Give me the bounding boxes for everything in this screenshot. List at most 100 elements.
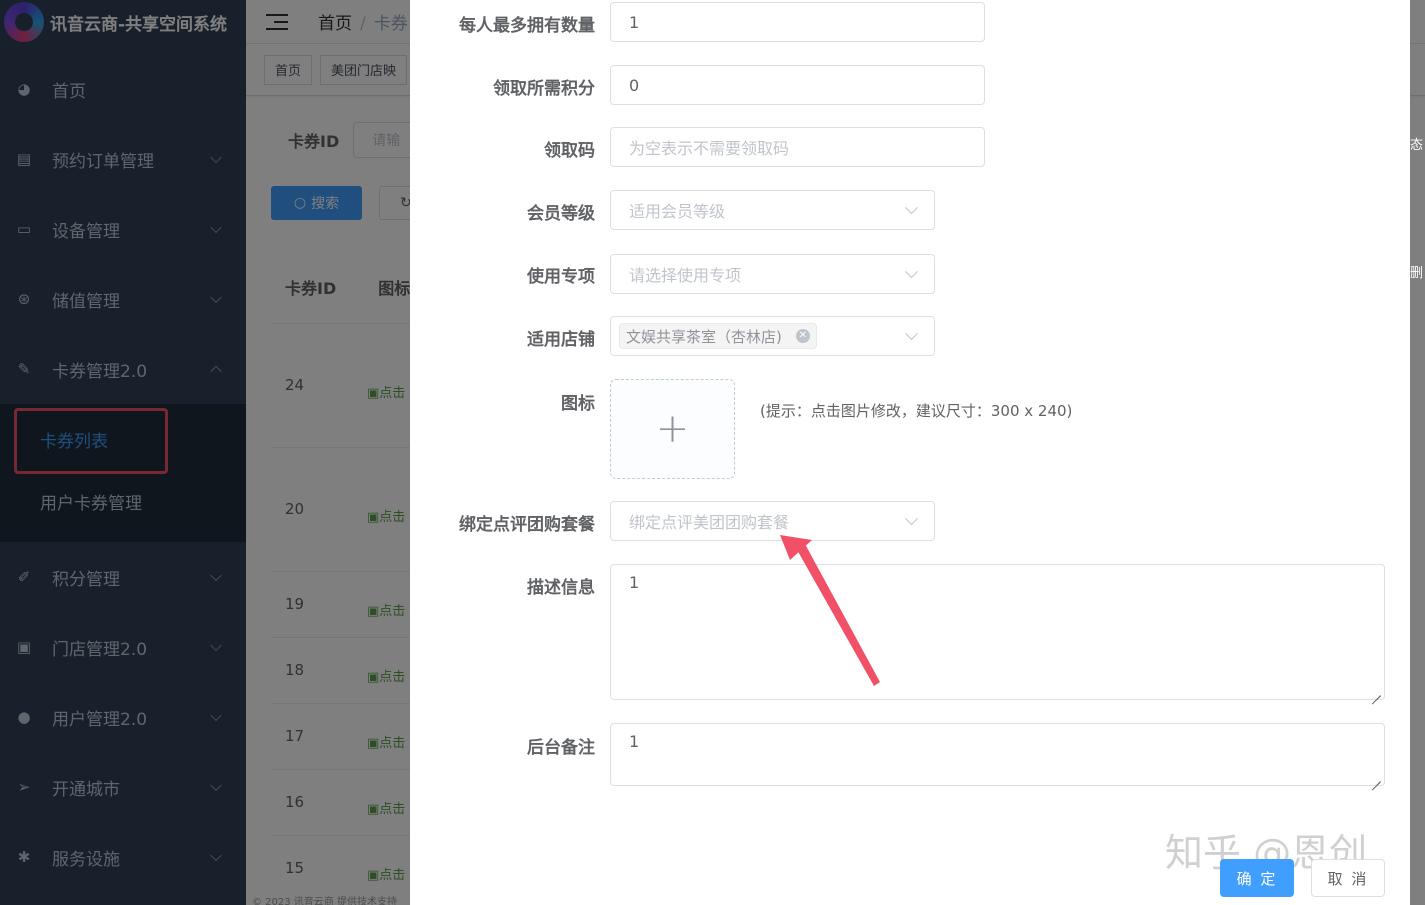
sidebar-item-stored-value[interactable]: ⊛ 储值管理: [0, 264, 246, 334]
breadcrumb-current: 卡券: [373, 14, 408, 34]
row-image[interactable]: ▣点击: [367, 506, 405, 525]
row-id: 17: [285, 727, 305, 745]
sidebar-item-label: 卡券管理2.0: [52, 361, 148, 382]
sidebar-menu: ◕ 首页 ▤ 预约订单管理 ▭ 设备管理 ⊛ 储值管理 ✎ 卡券管理2.0 卡券…: [0, 54, 246, 892]
stores-select[interactable]: 文娱共享茶室（杏林店) ✕: [610, 316, 935, 356]
row-image[interactable]: ▣点击: [367, 382, 405, 401]
row-id: 20: [285, 500, 305, 518]
row-image[interactable]: ▣点击: [367, 864, 405, 883]
chevron-down-icon: [210, 151, 222, 164]
select-placeholder: 绑定点评美团团购套餐: [629, 513, 790, 532]
description-textarea[interactable]: 1: [610, 564, 1385, 700]
table-row: 19 ▣点击: [271, 572, 431, 638]
chevron-down-icon: [905, 327, 918, 341]
brand[interactable]: 讯音云商-共享空间系统: [0, 0, 246, 44]
field-member-level: 会员等级 适用会员等级: [410, 190, 1410, 230]
package-select[interactable]: 绑定点评美团团购套餐: [610, 501, 935, 541]
store-tag-label: 文娱共享茶室（杏林店): [626, 327, 782, 346]
field-label: 领取码: [544, 141, 595, 161]
resize-handle[interactable]: [1371, 686, 1381, 696]
table-row: 24 ▣点击: [271, 324, 431, 448]
chevron-up-icon: [210, 365, 222, 378]
table-row: 16 ▣点击: [271, 770, 431, 836]
claim-code-input[interactable]: 为空表示不需要领取码: [610, 127, 985, 167]
edit-icon: ✐: [17, 568, 31, 586]
row-id: 15: [285, 859, 305, 877]
sidebar-item-home[interactable]: ◕ 首页: [0, 54, 246, 124]
field-max-per-person: 每人最多拥有数量 1: [410, 2, 1410, 42]
row-image[interactable]: ▣点击: [367, 798, 405, 817]
chevron-down-icon: [210, 221, 222, 234]
table-header: 卡券ID 图标: [271, 250, 431, 324]
sidebar-item-cities[interactable]: ➢ 开通城市: [0, 752, 246, 822]
breadcrumb-home[interactable]: 首页: [318, 14, 352, 34]
gear-icon: ✱: [17, 848, 31, 866]
user-icon: ●: [17, 708, 31, 726]
points-input[interactable]: 0: [610, 65, 985, 105]
edit-coupon-drawer: 每人最多拥有数量 1 领取所需积分 0 领取码 为空表示不需要领取码 会员等级 …: [410, 0, 1410, 905]
sidebar-item-points[interactable]: ✐ 积分管理: [0, 542, 246, 612]
sidebar-item-label: 设备管理: [52, 221, 120, 242]
app-logo: [4, 2, 44, 42]
document-icon: ▤: [16, 150, 32, 168]
sidebar-item-orders[interactable]: ▤ 预约订单管理: [0, 124, 246, 194]
cancel-button[interactable]: 取 消: [1311, 859, 1385, 897]
field-label: 绑定点评团购套餐: [459, 515, 595, 535]
sidebar-item-facilities[interactable]: ✱ 服务设施: [0, 822, 246, 892]
member-level-select[interactable]: 适用会员等级: [610, 190, 935, 230]
row-image[interactable]: ▣点击: [367, 666, 405, 685]
sidebar-item-stores[interactable]: ▣ 门店管理2.0: [0, 612, 246, 682]
dashboard-icon: ◕: [17, 80, 31, 98]
sidebar-item-user-coupons[interactable]: 用户卡券管理: [0, 470, 246, 532]
search-button[interactable]: ○ 搜索: [271, 186, 362, 220]
usage-select[interactable]: 请选择使用专项: [610, 254, 935, 294]
chevron-down-icon: [210, 639, 222, 652]
close-icon[interactable]: ✕: [795, 329, 810, 343]
chevron-down-icon: [905, 265, 918, 279]
store-icon: ▣: [16, 638, 32, 656]
table-row: 17 ▣点击: [271, 704, 431, 770]
chevron-down-icon: [210, 779, 222, 792]
sidebar: 讯音云商-共享空间系统 ◕ 首页 ▤ 预约订单管理 ▭ 设备管理 ⊛ 储值管理 …: [0, 0, 246, 905]
search-button-label: 搜索: [311, 196, 340, 212]
chevron-down-icon: [210, 291, 222, 304]
sidebar-item-label: 储值管理: [52, 291, 120, 312]
row-id: 19: [285, 595, 305, 613]
send-icon: ➢: [17, 778, 31, 796]
chevron-down-icon: [905, 201, 918, 215]
sidebar-item-users[interactable]: ● 用户管理2.0: [0, 682, 246, 752]
tag-meituan-store[interactable]: 美团门店映: [320, 54, 408, 85]
sidebar-item-devices[interactable]: ▭ 设备管理: [0, 194, 246, 264]
sidebar-item-label: 首页: [52, 81, 86, 102]
field-label: 会员等级: [527, 204, 595, 224]
field-claim-code: 领取码 为空表示不需要领取码: [410, 127, 1410, 167]
field-label: 描述信息: [527, 578, 595, 598]
resize-handle[interactable]: [1371, 772, 1381, 782]
sidebar-item-label: 门店管理2.0: [52, 639, 148, 660]
sidebar-item-coupon-list[interactable]: 卡券列表: [0, 408, 246, 470]
icon-uploader[interactable]: +: [610, 379, 735, 479]
field-label: 领取所需积分: [493, 79, 595, 99]
hamburger-icon[interactable]: [266, 13, 288, 30]
breadcrumb: 首页 / 卡券: [318, 14, 408, 34]
footer: © 2023 讯音云商 提供技术支持: [252, 897, 397, 905]
plus-icon: +: [655, 406, 690, 452]
row-image[interactable]: ▣点击: [367, 600, 405, 619]
remark-textarea[interactable]: 1: [610, 723, 1385, 786]
row-image[interactable]: ▣点击: [367, 732, 405, 751]
sidebar-item-label: 用户卡券管理: [40, 493, 142, 514]
field-label: 适用店铺: [527, 330, 595, 350]
store-tag: 文娱共享茶室（杏林店) ✕: [619, 323, 817, 349]
header-icon: 图标: [378, 278, 411, 298]
select-placeholder: 请选择使用专项: [629, 266, 742, 285]
filter-label: 卡券ID: [288, 132, 340, 151]
field-label: 使用专项: [527, 267, 595, 287]
sidebar-item-coupons[interactable]: ✎ 卡券管理2.0: [0, 334, 246, 404]
sidebar-item-label: 服务设施: [52, 849, 120, 870]
tag-home[interactable]: 首页: [264, 54, 313, 85]
max-per-person-input[interactable]: 1: [610, 2, 985, 42]
table-row: 20 ▣点击: [271, 448, 431, 572]
description-value: 1: [629, 573, 640, 592]
field-label: 图标: [561, 394, 595, 414]
confirm-button[interactable]: 确 定: [1220, 859, 1294, 897]
